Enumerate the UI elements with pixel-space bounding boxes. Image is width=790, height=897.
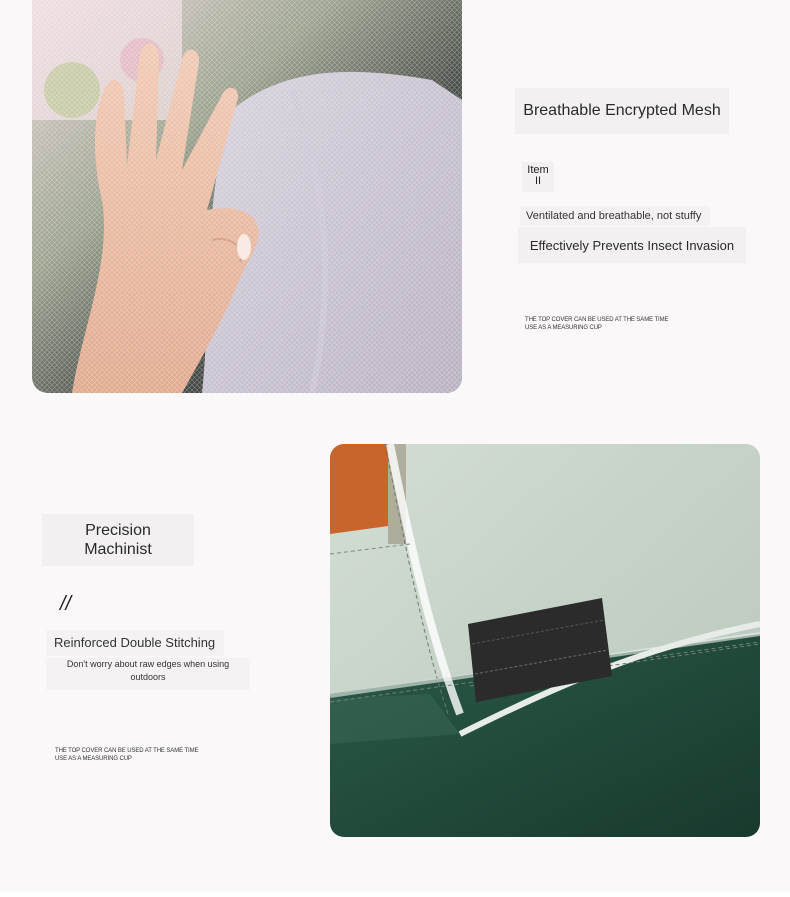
precision-title-line: Machinist <box>84 541 152 558</box>
footer-strip <box>0 892 790 897</box>
mesh-tagline-box: Effectively Prevents Insect Invasion <box>518 227 746 263</box>
fine-print-line: USE AS A MEASURING CUP <box>55 756 132 762</box>
description-line: Don't worry about raw edges when using <box>66 659 230 669</box>
fine-print-line: THE TOP COVER CAN BE USED AT THE SAME TI… <box>55 748 199 754</box>
tent-velcro-photo <box>330 444 760 837</box>
item-index: Item II <box>522 162 554 192</box>
stitching-fine-print: THE TOP COVER CAN BE USED AT THE SAME TI… <box>55 747 255 763</box>
stitching-feature-section: Precision Machinist // Reinforced Double… <box>0 420 790 892</box>
stitching-subtitle: Reinforced Double Stitching <box>46 630 224 656</box>
mesh-hand-illustration <box>32 0 462 393</box>
mesh-title: Breathable Encrypted Mesh <box>523 102 721 119</box>
mesh-feature-section: Breathable Encrypted Mesh Item II Ventil… <box>0 0 790 420</box>
section-number-mark: // <box>60 593 72 615</box>
mesh-title-box: Breathable Encrypted Mesh <box>515 88 729 134</box>
stitching-description: Don't worry about raw edges when using o… <box>46 658 250 690</box>
precision-title-line: Precision <box>85 522 151 539</box>
mesh-fine-print: THE TOP COVER CAN BE USED AT THE SAME TI… <box>525 316 725 332</box>
item-number: II <box>534 175 542 187</box>
description-line: outdoors <box>130 672 166 682</box>
mesh-subtitle: Ventilated and breathable, not stuffy <box>520 206 710 226</box>
precision-title-box: Precision Machinist <box>42 514 194 566</box>
fine-print-line: THE TOP COVER CAN BE USED AT THE SAME TI… <box>525 317 669 323</box>
mesh-tagline: Effectively Prevents Insect Invasion <box>529 237 735 253</box>
fine-print-line: USE AS A MEASURING CUP <box>525 325 602 331</box>
tent-velcro-illustration <box>330 444 760 837</box>
mesh-hand-photo <box>32 0 462 393</box>
